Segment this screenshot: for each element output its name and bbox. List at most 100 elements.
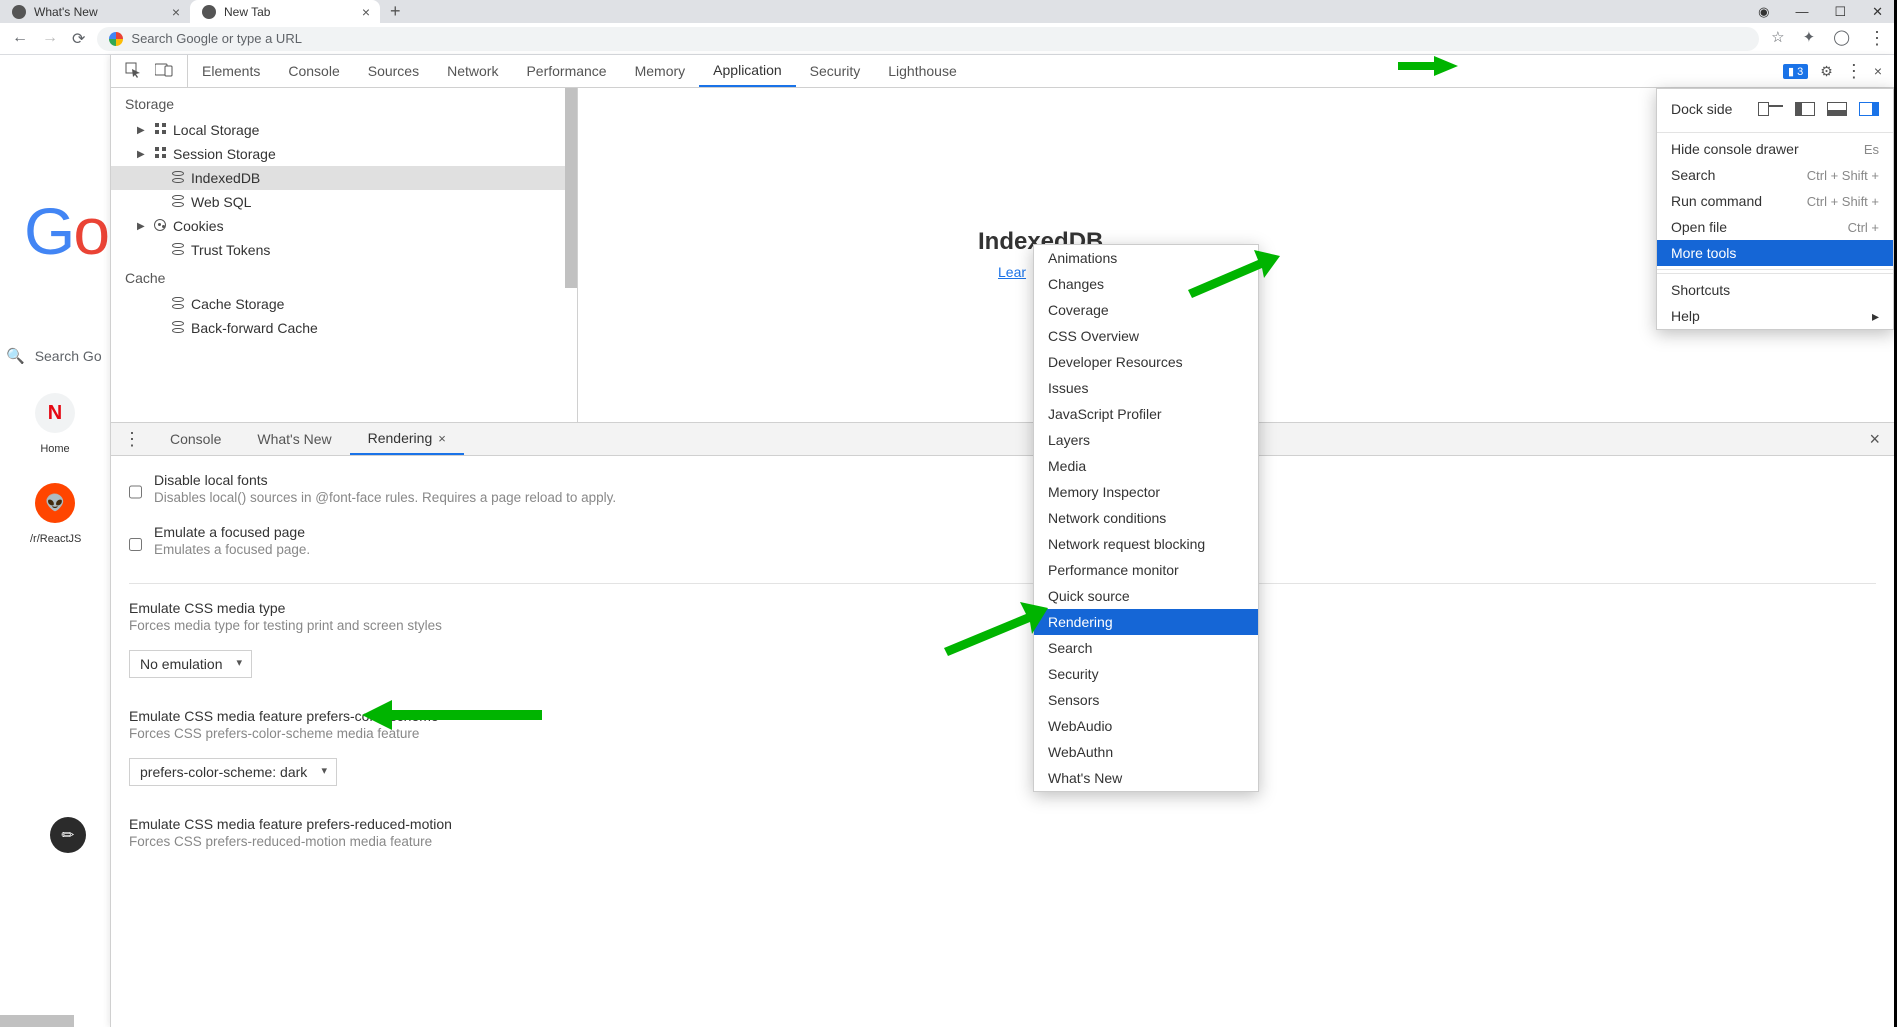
option-desc: Disables local() sources in @font-face r… [154,488,616,508]
submenu-item-quick-source[interactable]: Quick source [1034,583,1258,609]
customize-button[interactable]: ✎ [43,810,94,861]
dock-left-icon[interactable] [1795,102,1815,116]
google-logo: Go [24,193,108,269]
dock-right-icon[interactable] [1859,102,1879,116]
devtools-menu-icon[interactable]: ⋮ [1845,61,1862,82]
submenu-item-sensors[interactable]: Sensors [1034,687,1258,713]
menu-item-more-tools[interactable]: More tools [1657,240,1893,266]
drawer-tab-console[interactable]: Console [152,423,239,455]
prefers-color-select[interactable]: prefers-color-scheme: dark [129,758,337,786]
submenu-item-search[interactable]: Search [1034,635,1258,661]
submenu-item-network-conditions[interactable]: Network conditions [1034,505,1258,531]
devtools-toolbar: ElementsConsoleSourcesNetworkPerformance… [111,55,1894,88]
submenu-item-webaudio[interactable]: WebAudio [1034,713,1258,739]
scrollbar-thumb[interactable] [565,88,577,288]
browser-tab-strip: What's New × New Tab × + ◉ — ☐ ✕ [0,0,1897,23]
chrome-menu-icon[interactable]: ⋮ [1868,28,1885,49]
submenu-item-developer-resources[interactable]: Developer Resources [1034,349,1258,375]
omnibox[interactable]: Search Google or type a URL [97,27,1759,51]
rendering-panel: Disable local fontsDisables local() sour… [111,472,1894,852]
dock-side-label: Dock side [1671,101,1732,117]
submenu-item-security[interactable]: Security [1034,661,1258,687]
sidebar-item-web-sql[interactable]: Web SQL [111,190,577,214]
submenu-item-webauthn[interactable]: WebAuthn [1034,739,1258,765]
device-toggle-icon[interactable] [155,63,173,80]
submenu-item-javascript-profiler[interactable]: JavaScript Profiler [1034,401,1258,427]
menu-item-shortcuts[interactable]: Shortcuts [1657,277,1893,303]
back-icon[interactable]: ← [12,29,28,49]
extensions-icon[interactable]: ✦ [1803,28,1816,49]
reload-icon[interactable]: ⟳ [72,29,85,49]
menu-item-run-command[interactable]: Run commandCtrl + Shift + [1657,188,1893,214]
menu-item-search[interactable]: SearchCtrl + Shift + [1657,162,1893,188]
close-tab-icon[interactable]: × [438,431,446,446]
close-icon[interactable]: × [362,4,370,20]
drawer-tab-rendering[interactable]: Rendering × [350,423,464,455]
address-bar: ← → ⟳ Search Google or type a URL ☆ ✦ ◯ … [0,23,1897,55]
scrollbar-thumb[interactable] [0,1015,74,1027]
devtools-panel: ElementsConsoleSourcesNetworkPerformance… [110,55,1894,1027]
prefers-motion-desc: Forces CSS prefers-reduced-motion media … [129,832,1876,852]
submenu-item-performance-monitor[interactable]: Performance monitor [1034,557,1258,583]
browser-tab-whats-new[interactable]: What's New × [0,0,190,23]
menu-item-open-file[interactable]: Open fileCtrl + [1657,214,1893,240]
drawer-close-icon[interactable]: × [1855,429,1894,450]
submenu-item-layers[interactable]: Layers [1034,427,1258,453]
window-close-icon[interactable]: ✕ [1872,4,1883,20]
submenu-item-rendering[interactable]: Rendering [1034,609,1258,635]
maximize-icon[interactable]: ☐ [1834,4,1846,20]
learn-more-link[interactable]: Lear [998,264,1026,280]
option-title: Emulate a focused page [154,524,310,540]
devtools-tab-network[interactable]: Network [433,55,512,87]
profile-icon[interactable]: ◯ [1833,28,1850,49]
chrome-favicon-icon [12,5,26,19]
submenu-item-what's-new[interactable]: What's New [1034,765,1258,791]
new-tab-button[interactable]: + [380,1,411,22]
devtools-tab-console[interactable]: Console [274,55,353,87]
devtools-tab-application[interactable]: Application [699,55,796,87]
application-sidebar: Storage▶Local Storage▶Session StorageInd… [111,88,578,422]
minimize-icon[interactable]: — [1795,4,1808,20]
sidebar-item-local-storage[interactable]: ▶Local Storage [111,118,577,142]
browser-tab-new-tab[interactable]: New Tab × [190,0,380,23]
emulate-media-select[interactable]: No emulation [129,650,252,678]
settings-icon[interactable]: ⚙ [1820,63,1833,80]
account-icon[interactable]: ◉ [1758,4,1769,20]
dock-undock-icon[interactable] [1763,105,1783,107]
submenu-item-media[interactable]: Media [1034,453,1258,479]
close-devtools-icon[interactable]: × [1874,63,1882,79]
drawer-tab-what-s-new[interactable]: What's New [239,423,349,455]
devtools-tab-lighthouse[interactable]: Lighthouse [874,55,971,87]
sidebar-item-session-storage[interactable]: ▶Session Storage [111,142,577,166]
sidebar-item-cache-storage[interactable]: Cache Storage [111,292,577,316]
option-checkbox[interactable] [129,528,142,560]
shortcut-reddit[interactable]: 👽 /r/ReactJS [30,483,80,545]
submenu-item-memory-inspector[interactable]: Memory Inspector [1034,479,1258,505]
google-search-box[interactable]: 🔍 Search Go [6,347,102,365]
submenu-item-network-request-blocking[interactable]: Network request blocking [1034,531,1258,557]
devtools-tab-security[interactable]: Security [796,55,875,87]
devtools-tab-performance[interactable]: Performance [512,55,620,87]
submenu-item-css-overview[interactable]: CSS Overview [1034,323,1258,349]
shortcut-netflix[interactable]: N Home [30,393,80,455]
drawer-menu-icon[interactable]: ⋮ [111,429,152,450]
sidebar-item-cookies[interactable]: ▶Cookies [111,214,577,238]
submenu-item-issues[interactable]: Issues [1034,375,1258,401]
submenu-item-coverage[interactable]: Coverage [1034,297,1258,323]
sidebar-item-indexeddb[interactable]: IndexedDB [111,166,577,190]
sidebar-item-trust-tokens[interactable]: Trust Tokens [111,238,577,262]
dock-bottom-icon[interactable] [1827,102,1847,116]
devtools-tab-elements[interactable]: Elements [188,55,274,87]
issues-badge[interactable]: ▮ 3 [1783,64,1808,79]
menu-item-help[interactable]: Help▸ [1657,303,1893,329]
option-checkbox[interactable] [129,476,142,508]
close-icon[interactable]: × [172,4,180,20]
inspect-icon[interactable] [125,62,141,81]
devtools-tab-sources[interactable]: Sources [354,55,433,87]
sidebar-section-storage: Storage [111,88,577,118]
menu-item-hide-console-drawer[interactable]: Hide console drawerEs [1657,136,1893,162]
bookmark-icon[interactable]: ☆ [1771,28,1784,49]
tab-title: What's New [34,5,98,19]
sidebar-item-back-forward-cache[interactable]: Back-forward Cache [111,316,577,340]
devtools-tab-memory[interactable]: Memory [621,55,700,87]
